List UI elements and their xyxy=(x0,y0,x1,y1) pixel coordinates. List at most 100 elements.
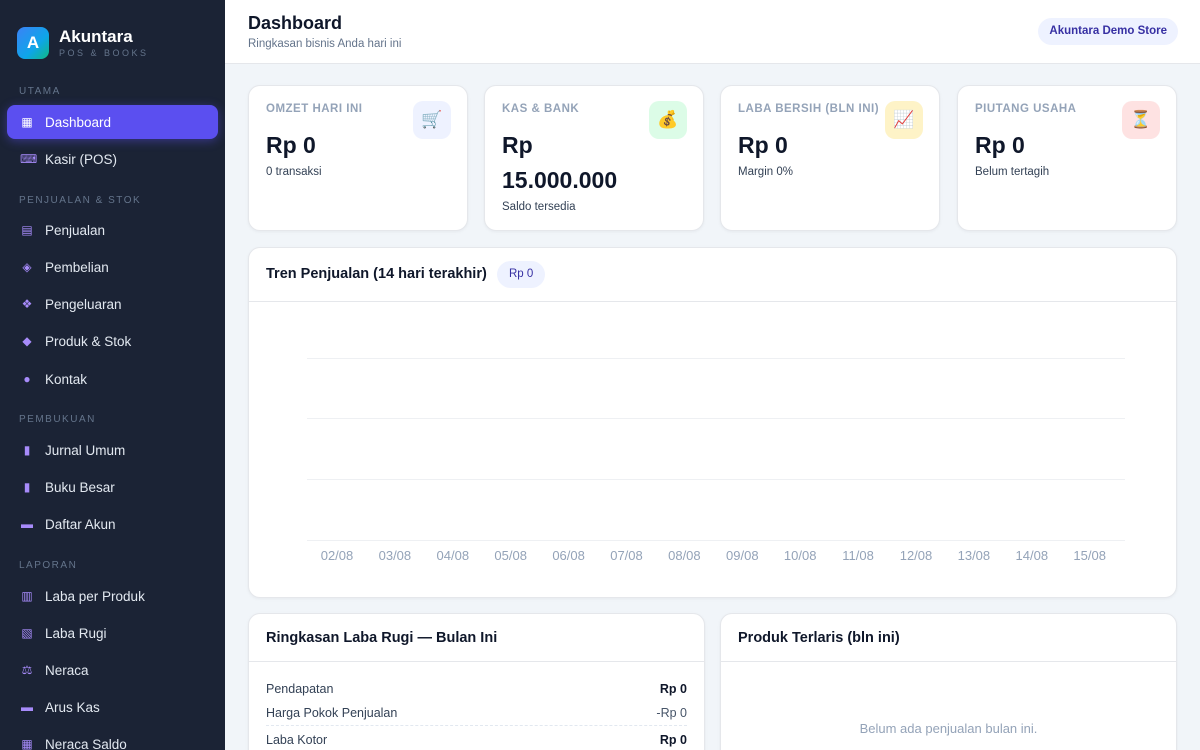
x-tick-label: 12/08 xyxy=(899,548,933,563)
sales-trend-total: Rp 0 xyxy=(497,261,546,288)
sidebar-item-label: Kontak xyxy=(45,371,88,387)
page-title: Dashboard xyxy=(248,13,343,33)
brand[interactable]: A Akuntara POS & BOOKS xyxy=(0,0,225,66)
kpi-label: KAS & BANK xyxy=(502,103,580,115)
kpi-value: Rp 0 xyxy=(738,132,788,158)
sidebar-item-penjualan[interactable]: ▤ Penjualan xyxy=(7,213,218,247)
kpi-card: OMZET HARI INI Rp 0 0 transaksi 🛒 xyxy=(248,85,468,231)
nav-section-title: UTAMA xyxy=(19,86,61,97)
bar-chart-icon: ▥ xyxy=(21,589,33,603)
sidebar: A Akuntara POS & BOOKS UTAMA ▦ Dashboard ⌨ K… xyxy=(0,0,225,750)
sales-trend-card: Tren Penjualan (14 hari terakhir) Rp 0 0… xyxy=(248,247,1177,598)
kpi-note: Margin 0% xyxy=(738,166,793,178)
kpi-card: KAS & BANK Rp 15.000.000 Saldo tersedia 💰 xyxy=(484,85,704,231)
sidebar-item-buku-besar[interactable]: ▮ Buku Besar xyxy=(7,470,218,504)
cash-icon: ▬ xyxy=(21,700,33,714)
profit-loss-row: Pendapatan Rp 0 xyxy=(266,678,687,700)
sidebar-item-label: Laba Rugi xyxy=(45,625,107,641)
sidebar-item-kasir-pos[interactable]: ⌨ Kasir (POS) xyxy=(7,142,218,176)
sidebar-item-label: Penjualan xyxy=(45,222,106,238)
sidebar-item-label: Daftar Akun xyxy=(45,516,116,532)
x-tick-label: 08/08 xyxy=(668,548,701,563)
top-products-empty: Belum ada penjualan bulan ini. xyxy=(859,721,1038,736)
card-divider xyxy=(249,661,704,662)
profit-loss-row: Harga Pokok Penjualan -Rp 0 xyxy=(266,702,687,724)
sidebar-item-kontak[interactable]: ● Kontak xyxy=(7,362,218,396)
sidebar-item-laba-per-produk[interactable]: ▥ Laba per Produk xyxy=(7,579,218,613)
tag-icon: ◆ xyxy=(22,334,32,348)
people-icon: ● xyxy=(23,372,31,386)
kpi-value: Rp 15.000.000 xyxy=(502,132,618,193)
books-icon: ▮ xyxy=(23,480,31,494)
sidebar-item-label: Pembelian xyxy=(45,259,109,275)
x-tick-label: 05/08 xyxy=(494,548,527,563)
nav-section-title: LAPORAN xyxy=(19,560,78,571)
sidebar-item-dashboard[interactable]: ▦ Dashboard xyxy=(7,105,218,139)
sidebar-item-pembelian[interactable]: ◈ Pembelian xyxy=(7,250,218,284)
sidebar-item-daftar-akun[interactable]: ▬ Daftar Akun xyxy=(7,507,218,541)
x-tick-label: 13/08 xyxy=(957,548,991,563)
brand-logo: A xyxy=(17,26,49,59)
kpi-note: Saldo tersedia xyxy=(502,201,576,213)
x-tick-label: 06/08 xyxy=(552,548,585,563)
profit-loss-value: Rp 0 xyxy=(659,682,687,696)
x-tick-label: 09/08 xyxy=(726,548,759,563)
card-divider xyxy=(721,661,1176,662)
kpi-label: OMZET HARI INI xyxy=(266,103,363,115)
x-tick-label: 15/08 xyxy=(1073,548,1106,563)
folder-icon: ▬ xyxy=(21,517,33,531)
profit-loss-title: Ringkasan Laba Rugi — Bulan Ini xyxy=(266,630,498,646)
balance-scale-icon: ⚖ xyxy=(21,663,33,677)
sidebar-item-jurnal-umum[interactable]: ▮ Jurnal Umum xyxy=(7,433,218,467)
chart-gridline xyxy=(307,418,1125,419)
store-badge[interactable]: Akuntara Demo Store xyxy=(1038,18,1178,45)
nav-section-title: PENJUALAN & STOK xyxy=(19,195,142,206)
sidebar-item-arus-kas[interactable]: ▬ Arus Kas xyxy=(7,690,218,724)
sidebar-item-neraca-saldo[interactable]: ▦ Neraca Saldo xyxy=(7,727,218,750)
brand-name: Akuntara xyxy=(59,26,133,46)
top-products-title: Produk Terlaris (bln ini) xyxy=(738,630,900,646)
kpi-value: Rp 0 xyxy=(975,132,1025,158)
nav-section-title: PEMBUKUAN xyxy=(19,414,96,425)
sidebar-item-pengeluaran[interactable]: ❖ Pengeluaran xyxy=(7,287,218,321)
sidebar-item-label: Laba per Produk xyxy=(45,588,145,604)
x-tick-label: 11/08 xyxy=(842,548,874,563)
top-products-card: Produk Terlaris (bln ini) Belum ada penj… xyxy=(720,613,1177,750)
profit-loss-label: Harga Pokok Penjualan xyxy=(266,706,398,720)
keyboard-icon: ⌨ xyxy=(20,152,38,166)
money-bag-icon: 💰 xyxy=(649,101,687,139)
sidebar-item-neraca[interactable]: ⚖ Neraca xyxy=(7,653,218,687)
sidebar-item-label: Neraca xyxy=(45,662,89,678)
sidebar-item-laba-rugi[interactable]: ▧ Laba Rugi xyxy=(7,616,218,650)
profit-loss-label: Laba Kotor xyxy=(266,733,328,747)
profit-loss-value: -Rp 0 xyxy=(656,706,687,720)
chart-gridline xyxy=(307,479,1125,480)
x-tick-label: 14/08 xyxy=(1015,548,1049,563)
package-icon: ◈ xyxy=(22,260,32,274)
kpi-label: LABA BERSIH (BLN INI) xyxy=(738,103,880,115)
kpi-card: LABA BERSIH (BLN INI) Rp 0 Margin 0% 📈 xyxy=(720,85,940,231)
sales-trend-title: Tren Penjualan (14 hari terakhir) xyxy=(266,266,487,282)
x-tick-label: 07/08 xyxy=(610,548,643,563)
trend-chart-icon: ▧ xyxy=(21,626,33,640)
shopping-cart-icon: 🛒 xyxy=(413,101,451,139)
notebook-icon: ▮ xyxy=(23,443,31,457)
x-tick-label: 10/08 xyxy=(783,548,817,563)
profit-loss-label: Pendapatan xyxy=(266,682,334,696)
sidebar-item-label: Pengeluaran xyxy=(45,296,122,312)
dashed-divider xyxy=(266,725,687,726)
hourglass-icon: ⏳ xyxy=(1122,101,1160,139)
sidebar-item-label: Kasir (POS) xyxy=(45,151,118,167)
dashboard-icon: ▦ xyxy=(21,115,33,129)
abacus-icon: ▦ xyxy=(21,737,33,750)
kpi-value: Rp 0 xyxy=(266,132,316,158)
sidebar-item-label: Dashboard xyxy=(45,114,112,130)
x-tick-label: 02/08 xyxy=(320,548,354,563)
card-divider xyxy=(249,301,1176,302)
profit-loss-row: Laba Kotor Rp 0 xyxy=(266,729,687,750)
sidebar-item-label: Produk & Stok xyxy=(45,333,132,349)
sidebar-item-label: Neraca Saldo xyxy=(45,736,127,750)
x-tick-label: 03/08 xyxy=(378,548,412,563)
sidebar-item-produk-stok[interactable]: ◆ Produk & Stok xyxy=(7,324,218,358)
brand-tagline: POS & BOOKS xyxy=(59,47,149,58)
